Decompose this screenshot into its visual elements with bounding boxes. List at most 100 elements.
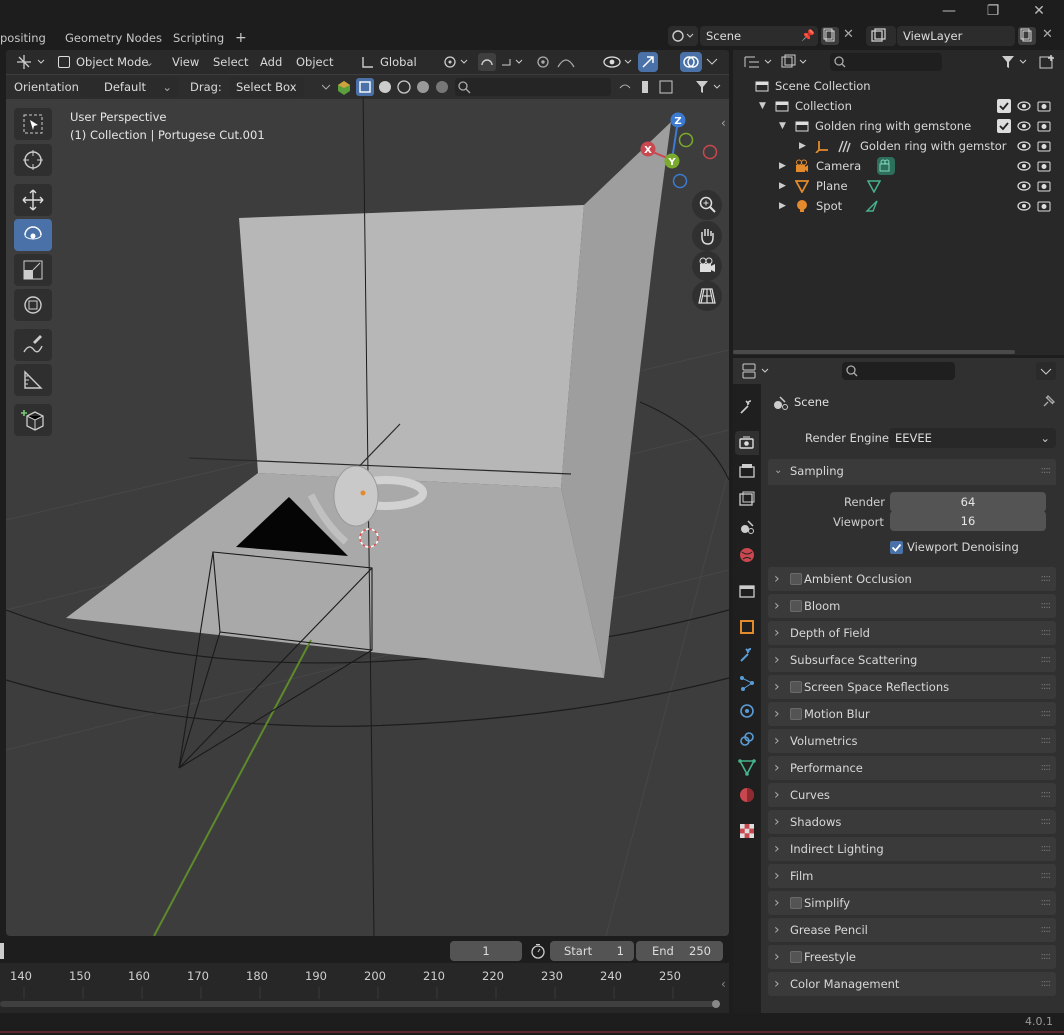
outliner-row-spot[interactable]: ▶ Spot <box>733 196 1064 216</box>
drag-handle-icon[interactable]: :::: <box>1041 459 1052 483</box>
render-camera-icon[interactable] <box>1037 199 1051 213</box>
panel-curves[interactable]: › Curves:::: <box>768 783 1056 807</box>
physics-tab-icon[interactable] <box>738 702 756 720</box>
drag-handle-icon[interactable]: :::: <box>1041 837 1052 861</box>
proportional-editing-icon[interactable] <box>534 53 586 71</box>
snapping-icon[interactable] <box>478 53 526 71</box>
zoom-button[interactable] <box>692 190 722 220</box>
texture-tab-icon[interactable] <box>738 822 756 840</box>
collapse-arrow-icon[interactable]: › <box>774 891 780 915</box>
particles-tab-icon[interactable] <box>738 674 756 692</box>
tab-scripting[interactable]: Scripting <box>173 29 224 47</box>
collapse-arrow-icon[interactable]: › <box>774 810 780 834</box>
annotate-tool[interactable] <box>14 329 52 361</box>
panel-enable-checkbox[interactable] <box>790 681 802 693</box>
outliner-row-ring-object[interactable]: ▶ Golden ring with gemstor <box>733 136 1064 156</box>
drag-handle-icon[interactable]: :::: <box>1041 891 1052 915</box>
maximize-icon[interactable]: ❐ <box>970 0 1016 24</box>
collapse-arrow-icon[interactable]: ▶ <box>779 196 786 216</box>
camera-data-icon[interactable] <box>877 157 895 175</box>
viewport-samples-field[interactable]: 16 <box>890 511 1046 531</box>
menu-select[interactable]: Select <box>213 53 248 71</box>
filter-icon[interactable] <box>999 53 1033 71</box>
drag-handle-icon[interactable]: :::: <box>1041 783 1052 807</box>
properties-search-input[interactable] <box>842 362 955 380</box>
drag-handle-icon[interactable]: :::: <box>1041 594 1052 618</box>
drag-handle-icon[interactable]: :::: <box>1041 621 1052 645</box>
collapse-icon[interactable]: ‹ <box>721 977 726 991</box>
eye-icon[interactable] <box>1017 119 1031 133</box>
expand-arrow-icon[interactable]: ▼ <box>759 96 766 116</box>
new-collection-icon[interactable] <box>1038 53 1058 71</box>
menu-add[interactable]: Add <box>260 53 282 71</box>
menu-view[interactable]: View <box>172 53 199 71</box>
panel-enable-checkbox[interactable] <box>790 708 802 720</box>
collapse-arrow-icon[interactable]: › <box>774 702 780 726</box>
delete-scene-icon[interactable]: ✕ <box>843 27 854 42</box>
outliner-row-collection[interactable]: ▼ Collection <box>733 96 1064 116</box>
collapse-arrow-icon[interactable]: › <box>774 675 780 699</box>
overlays-toggle-button[interactable] <box>680 52 702 72</box>
collapse-arrow-icon[interactable]: › <box>774 729 780 753</box>
collapse-arrow-icon[interactable]: › <box>774 648 780 672</box>
drag-handle-icon[interactable]: :::: <box>1041 972 1052 996</box>
scale-tool[interactable] <box>14 254 52 286</box>
data-tab-icon[interactable] <box>738 758 756 776</box>
measure-tool[interactable] <box>14 364 52 396</box>
chevron-down-icon[interactable] <box>705 56 719 68</box>
collapse-arrow-icon[interactable]: › <box>774 864 780 888</box>
scene-tab-icon[interactable] <box>738 518 756 536</box>
panel-enable-checkbox[interactable] <box>790 951 802 963</box>
close-icon[interactable]: ✕ <box>1016 0 1062 24</box>
select-box-tool[interactable] <box>14 108 52 140</box>
eye-icon[interactable] <box>1017 99 1031 113</box>
3d-viewport[interactable]: Object Mode ⌄ View Select Add Object Glob… <box>6 50 729 936</box>
add-workspace-button[interactable]: + <box>235 29 247 47</box>
collapse-arrow-icon[interactable]: › <box>774 756 780 780</box>
eye-icon[interactable] <box>1017 179 1031 193</box>
collapse-arrow-icon[interactable]: › <box>774 567 780 591</box>
expand-arrow-icon[interactable]: ⌄ <box>774 459 782 483</box>
drag-handle-icon[interactable]: :::: <box>1041 756 1052 780</box>
view-layer-browse-button[interactable] <box>866 26 896 46</box>
render-camera-icon[interactable] <box>1037 119 1051 133</box>
render-engine-dropdown[interactable]: EEVEE ⌄ <box>889 428 1056 448</box>
panel-simplify[interactable]: › Simplify:::: <box>768 891 1056 915</box>
drag-handle-icon[interactable]: :::: <box>1041 810 1052 834</box>
panel-screen-space-reflections[interactable]: › Screen Space Reflections:::: <box>768 675 1056 699</box>
viewport-denoising-checkbox[interactable] <box>890 541 903 554</box>
tab-geometry-nodes[interactable]: Geometry Nodes <box>65 29 162 47</box>
color-palette-icon[interactable] <box>322 80 352 96</box>
collapse-arrow-icon[interactable]: › <box>774 945 780 969</box>
collapse-arrow-icon[interactable]: ▶ <box>779 176 786 196</box>
perspective-toggle-button[interactable] <box>692 281 722 311</box>
pin-icon[interactable]: 📌 <box>801 29 815 42</box>
panel-color-management[interactable]: › Color Management:::: <box>768 972 1056 996</box>
navigation-gizmo[interactable]: Z X Y <box>632 106 722 196</box>
new-view-layer-button[interactable] <box>1018 27 1036 45</box>
render-camera-icon[interactable] <box>1037 139 1051 153</box>
view-layer-tab-icon[interactable] <box>738 490 756 508</box>
gizmo-toggle-button[interactable] <box>638 52 658 72</box>
collapse-arrow-icon[interactable]: › <box>774 918 780 942</box>
current-frame-field[interactable]: 1 <box>450 941 522 961</box>
camera-view-button[interactable] <box>692 251 722 281</box>
outliner-scrollbar[interactable] <box>733 350 1015 354</box>
tab-compositing[interactable]: positing <box>0 29 46 47</box>
render-camera-icon[interactable] <box>1037 99 1051 113</box>
scrollbar-handle[interactable] <box>712 1000 720 1008</box>
panel-enable-checkbox[interactable] <box>790 573 802 585</box>
drag-handle-icon[interactable]: :::: <box>1041 648 1052 672</box>
panel-enable-checkbox[interactable] <box>790 600 802 612</box>
drag-handle-icon[interactable]: :::: <box>1041 675 1052 699</box>
outliner-row-ring-collection[interactable]: ▼ Golden ring with gemstone <box>733 116 1064 136</box>
eye-icon[interactable] <box>1017 139 1031 153</box>
panel-subsurface-scattering[interactable]: › Subsurface Scattering:::: <box>768 648 1056 672</box>
visibility-icon[interactable] <box>602 53 636 71</box>
object-tab-icon[interactable] <box>738 618 756 636</box>
modifier-tab-icon[interactable] <box>738 646 756 664</box>
timeline-ruler[interactable]: 140 150 160 170 180 190 200 210 220 230 … <box>0 963 729 1013</box>
exclude-checkbox[interactable] <box>997 119 1011 133</box>
tool-tab-icon[interactable] <box>738 398 756 416</box>
panel-grease-pencil[interactable]: › Grease Pencil:::: <box>768 918 1056 942</box>
